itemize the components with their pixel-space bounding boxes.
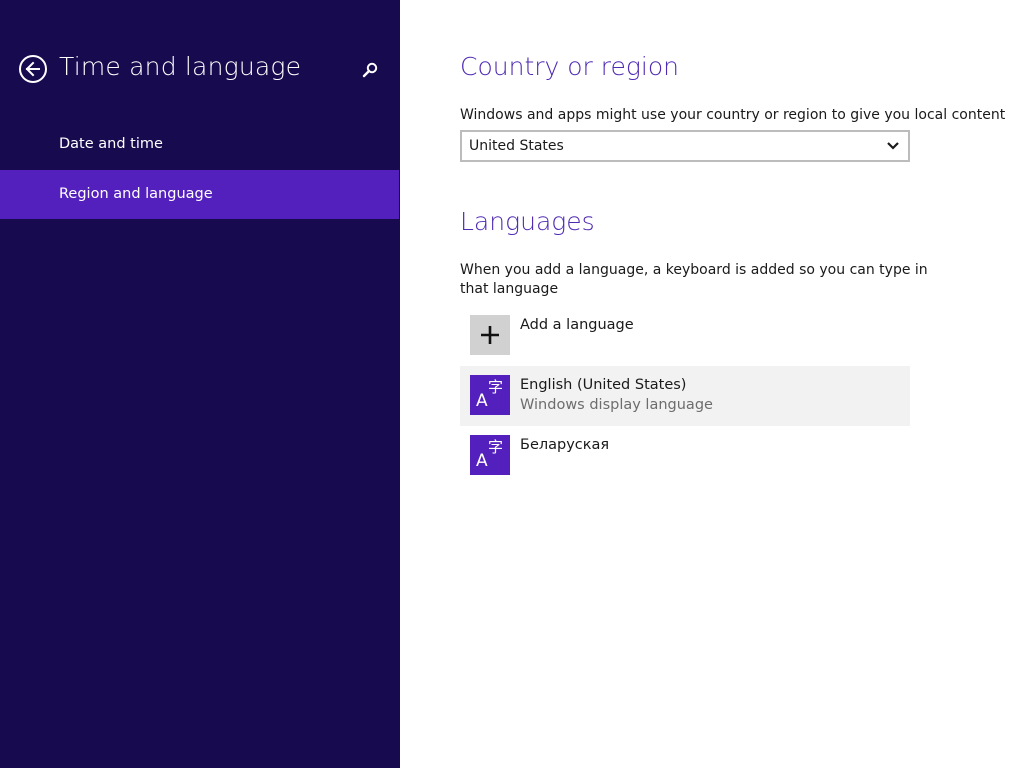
back-arrow-icon [25, 61, 40, 77]
language-icon-glyph-latin: A [476, 451, 488, 471]
country-dropdown[interactable]: United States [460, 130, 910, 162]
language-item-english[interactable]: A 字 English (United States) Windows disp… [460, 366, 910, 426]
settings-screen: Time and language Date and time Region a… [0, 0, 1024, 768]
add-language-button[interactable]: Add a language [460, 306, 910, 366]
country-description: Windows and apps might use your country … [460, 107, 1006, 123]
navigation-pane: Time and language Date and time Region a… [0, 0, 400, 768]
language-item-belarusian[interactable]: A 字 Беларуская [460, 426, 910, 486]
language-icon-glyph-latin: A [476, 391, 488, 411]
language-icon-glyph-cjk: 字 [488, 438, 504, 456]
language-name: Беларуская [520, 437, 610, 453]
language-icon-glyph-cjk: 字 [488, 378, 504, 396]
page-title: Time and language [59, 52, 302, 81]
nav-item-label: Date and time [59, 136, 163, 152]
country-heading: Country or region [460, 52, 679, 81]
search-icon [362, 62, 378, 78]
language-name: English (United States) [520, 377, 687, 393]
country-dropdown-value: United States [469, 138, 564, 154]
nav-item-label: Region and language [59, 186, 213, 202]
language-subtitle: Windows display language [520, 397, 713, 413]
chevron-down-icon [887, 142, 899, 150]
language-icon: A 字 [470, 375, 510, 415]
plus-icon [481, 326, 499, 344]
search-button[interactable] [360, 60, 380, 80]
add-language-label: Add a language [520, 317, 634, 333]
nav-item-region-and-language[interactable]: Region and language [0, 170, 399, 219]
language-icon: A 字 [470, 435, 510, 475]
add-tile [470, 315, 510, 355]
languages-heading: Languages [460, 207, 595, 236]
back-button[interactable] [19, 55, 47, 83]
languages-description: When you add a language, a keyboard is a… [460, 262, 928, 297]
nav-item-date-and-time[interactable]: Date and time [0, 120, 399, 169]
